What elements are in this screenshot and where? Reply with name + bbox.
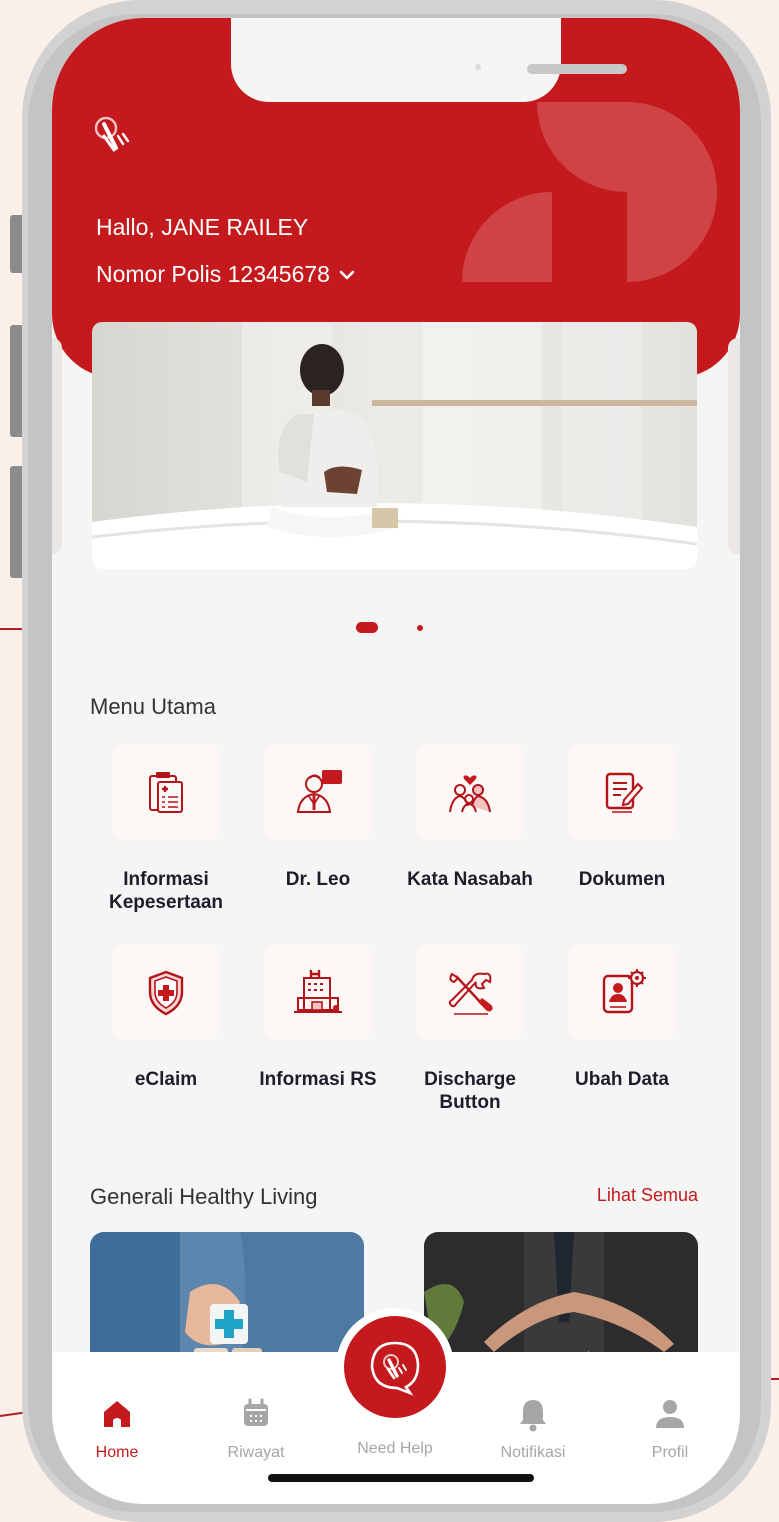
hero-decoration [537,102,627,192]
family-icon [449,775,491,813]
menu-item-informasi-kepesertaan[interactable]: Informasi Kepesertaan [90,744,242,914]
menu-item-informasi-rs[interactable]: Informasi RS [242,944,394,1091]
hospital-icon [294,970,342,1013]
menu-label: Ubah Data [575,1069,669,1090]
profile-settings-icon [602,969,646,1014]
nav-home[interactable]: Home [62,1396,172,1462]
menu-label: Informasi RS [259,1069,377,1090]
hero-decoration [627,192,717,282]
menu-item-dokumen[interactable]: Dokumen [546,744,698,891]
chevron-down-icon [339,270,355,279]
nav-history[interactable]: Riwayat [201,1396,311,1462]
nav-label-profile: Profil [651,1444,689,1461]
shield-cross-icon [148,970,184,1016]
carousel-next-peek [728,338,740,554]
carousel-dot[interactable] [417,625,423,631]
menu-label: Dr. Leo [285,869,351,890]
menu-item-dr-leo[interactable]: Dr. Leo [242,744,394,891]
menu-item-eclaim[interactable]: eClaim [90,944,242,1091]
nav-label-help: Need Help [357,1440,433,1457]
see-all-link[interactable]: Lihat Semua [597,1185,698,1206]
need-help-button[interactable] [344,1316,446,1418]
carousel-indicator [52,622,740,636]
menu-item-discharge-button[interactable]: Discharge Button [394,944,546,1114]
menu-item-kata-nasabah[interactable]: Kata Nasabah [394,744,546,891]
hero-decoration [462,192,552,282]
home-icon [104,1401,130,1427]
phone-notch [231,18,627,102]
calendar-icon [244,1398,268,1426]
nav-label-history: Riwayat [227,1444,285,1461]
clipboard-medical-icon [149,772,183,813]
document-edit-icon [605,772,644,813]
nav-notifications[interactable]: Notifikasi [478,1396,588,1462]
policy-number: Nomor Polis 12345678 [96,261,330,287]
menu-label: Dokumen [578,869,666,890]
greeting-text: Hallo, JANE RAILEY [96,214,309,240]
hero-decoration [627,102,717,192]
healthy-living-title: Generali Healthy Living [90,1184,318,1209]
tools-icon [448,972,493,1015]
menu-label: Discharge Button [424,1069,516,1113]
home-indicator[interactable] [268,1474,534,1482]
nav-label-notifications: Notifikasi [500,1444,566,1461]
app-logo-icon [94,116,130,152]
promo-banner-image[interactable] [92,322,697,569]
bell-icon [520,1400,546,1432]
decorative-line [0,628,24,630]
nav-label-home: Home [95,1444,139,1461]
carousel-prev-peek [52,338,62,554]
app-screen: Hallo, JANE RAILEY Nomor Polis 12345678 [52,18,740,1504]
menu-label: Informasi Kepesertaan [108,869,224,913]
main-menu-title: Menu Utama [90,694,216,719]
nav-profile[interactable]: Profil [615,1396,725,1462]
menu-label: Kata Nasabah [407,869,533,890]
menu-item-ubah-data[interactable]: Ubah Data [546,944,698,1091]
camera [475,64,481,70]
speaker [527,64,627,74]
policy-selector[interactable]: Nomor Polis 12345678 [96,261,356,288]
help-chat-icon [370,1341,420,1396]
menu-label: eClaim [134,1069,198,1090]
user-icon [656,1400,684,1428]
carousel-dot-active[interactable] [356,622,378,633]
doctor-icon [296,770,342,813]
